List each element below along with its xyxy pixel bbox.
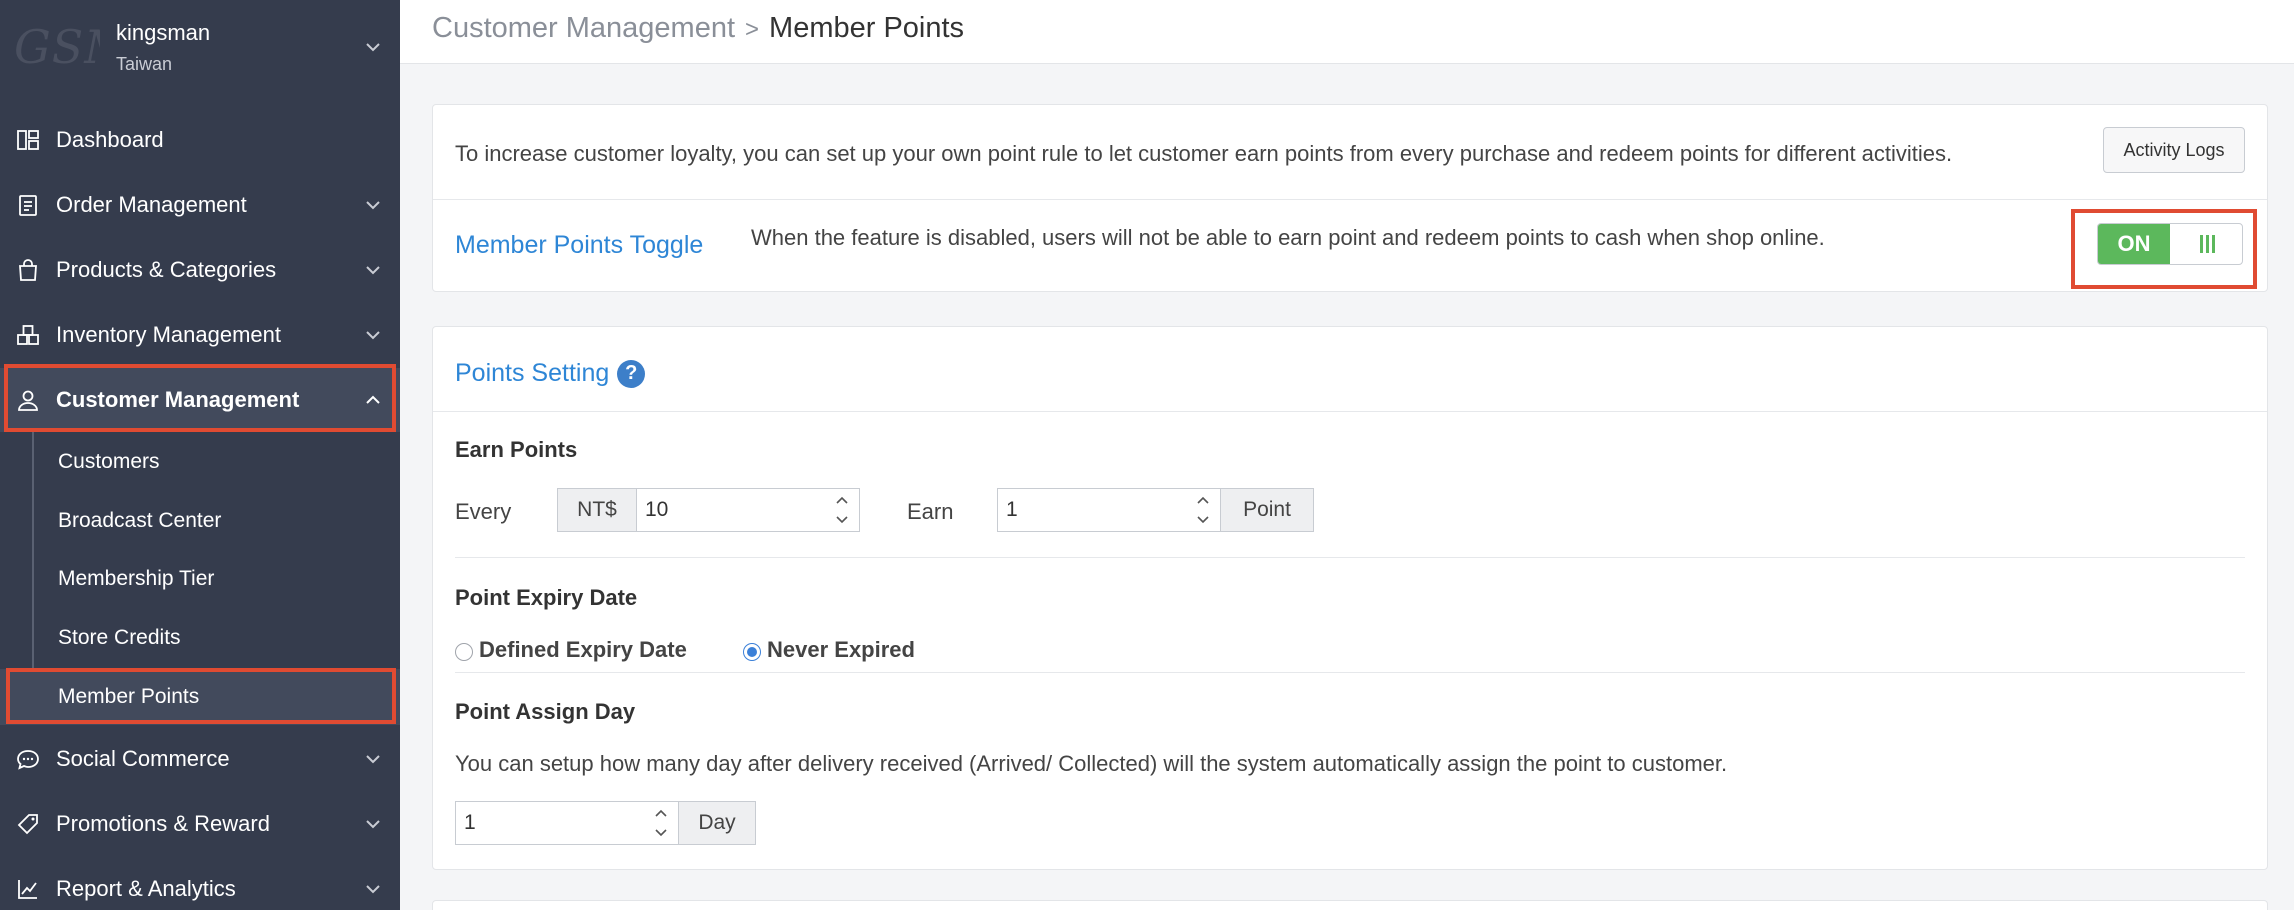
breadcrumb-separator-icon: >	[745, 16, 760, 43]
points-setting-title-text: Points Setting	[455, 359, 610, 387]
clipboard-icon	[14, 191, 42, 219]
tag-icon	[14, 810, 42, 838]
member-points-toggle-switch[interactable]: ON	[2097, 223, 2243, 265]
page-header: Customer Management > Member Points	[400, 0, 2294, 64]
sidebar: GSM kingsman Taiwan Dashboard Order Mana…	[0, 0, 400, 910]
toggle-handle-icon	[2200, 235, 2216, 253]
sidebar-item-label: Dashboard	[56, 127, 164, 152]
day-unit-addon: Day	[678, 801, 756, 845]
sidebar-item-inventory-management[interactable]: Inventory Management	[0, 303, 400, 367]
toggle-on-label: ON	[2098, 224, 2170, 264]
breadcrumb-current: Member Points	[769, 12, 965, 44]
chevron-down-icon	[366, 43, 380, 52]
sidebar-subitem-label: Broadcast Center	[58, 509, 222, 532]
sidebar-item-label: Inventory Management	[56, 322, 282, 347]
line-chart-icon	[14, 875, 42, 903]
point-expiry-title: Point Expiry Date	[455, 585, 638, 610]
boxes-icon	[14, 321, 42, 349]
earn-label: Earn	[907, 499, 954, 524]
divider	[433, 411, 2267, 412]
shop-switcher[interactable]: GSM kingsman Taiwan	[0, 0, 400, 96]
sidebar-item-label: Promotions & Reward	[56, 811, 270, 836]
sidebar-subitem-member-points[interactable]: Member Points	[0, 669, 400, 725]
chevron-down-icon	[366, 201, 380, 210]
chevron-down-icon	[366, 755, 380, 764]
sidebar-subitem-customers[interactable]: Customers	[0, 434, 400, 490]
sidebar-item-report-analytics[interactable]: Report & Analytics	[0, 857, 400, 910]
divider	[455, 557, 2245, 558]
defined-expiry-radio[interactable]	[455, 643, 473, 661]
every-label: Every	[455, 499, 512, 524]
sidebar-item-order-management[interactable]: Order Management	[0, 173, 400, 237]
user-icon	[14, 386, 42, 414]
chat-bubble-icon	[14, 745, 42, 773]
sidebar-subitem-membership-tier[interactable]: Membership Tier	[0, 551, 400, 607]
sidebar-item-label: Products & Categories	[56, 257, 277, 282]
stepper-up-icon[interactable]	[655, 809, 667, 817]
next-panel-edge	[432, 900, 2268, 910]
sidebar-subitem-broadcast-center[interactable]: Broadcast Center	[0, 493, 400, 549]
intro-text: To increase customer loyalty, you can se…	[455, 141, 1953, 166]
spend-amount-stepper[interactable]	[833, 496, 851, 524]
sidebar-item-customer-management[interactable]: Customer Management	[0, 368, 400, 432]
sidebar-item-label: Order Management	[56, 192, 247, 217]
chevron-down-icon	[366, 820, 380, 829]
sidebar-subitem-store-credits[interactable]: Store Credits	[0, 610, 400, 666]
stepper-up-icon[interactable]	[836, 496, 848, 504]
shop-region: Taiwan	[116, 54, 173, 74]
chevron-down-icon	[366, 331, 380, 340]
chevron-up-icon	[366, 395, 380, 404]
currency-addon: NT$	[557, 488, 637, 532]
activity-logs-button[interactable]: Activity Logs	[2103, 127, 2245, 173]
dashboard-icon	[14, 126, 42, 154]
assign-days-stepper[interactable]	[652, 809, 670, 837]
sidebar-subitem-label: Store Credits	[58, 626, 181, 649]
member-points-toggle-title: Member Points Toggle	[455, 231, 704, 259]
stepper-up-icon[interactable]	[1197, 496, 1209, 504]
earn-points-stepper[interactable]	[1194, 496, 1212, 524]
stepper-down-icon[interactable]	[836, 516, 848, 524]
point-assign-title: Point Assign Day	[455, 699, 636, 724]
sidebar-item-promotions-reward[interactable]: Promotions & Reward	[0, 792, 400, 856]
earn-points-title: Earn Points	[455, 437, 578, 462]
points-setting-title: Points Setting ?	[455, 359, 646, 388]
shopping-bag-icon	[14, 256, 42, 284]
member-points-toggle-description: When the feature is disabled, users will…	[751, 225, 1825, 250]
sidebar-subitem-label: Customers	[58, 450, 160, 473]
divider	[433, 199, 2267, 200]
sidebar-item-label: Social Commerce	[56, 746, 230, 771]
point-assign-description: You can setup how many day after deliver…	[455, 751, 1728, 776]
point-unit-addon: Point	[1220, 488, 1314, 532]
assign-days-input[interactable]	[455, 801, 679, 845]
sidebar-subitem-label: Membership Tier	[58, 567, 215, 590]
breadcrumb: Customer Management > Member Points	[432, 12, 964, 45]
stepper-down-icon[interactable]	[655, 829, 667, 837]
earn-points-input[interactable]	[997, 488, 1221, 532]
shop-logo: GSM	[14, 20, 100, 74]
breadcrumb-parent[interactable]: Customer Management	[432, 12, 735, 44]
sidebar-subitem-label: Member Points	[58, 685, 200, 708]
shop-name: kingsman	[116, 20, 211, 45]
sidebar-item-products-categories[interactable]: Products & Categories	[0, 238, 400, 302]
help-icon[interactable]: ?	[617, 359, 646, 388]
sidebar-item-dashboard[interactable]: Dashboard	[0, 108, 400, 172]
defined-expiry-label[interactable]: Defined Expiry Date	[479, 637, 687, 663]
sidebar-item-social-commerce[interactable]: Social Commerce	[0, 727, 400, 791]
never-expired-radio[interactable]	[743, 643, 761, 661]
points-setting-panel: Points Setting ? Earn Points Every NT$ E…	[432, 326, 2268, 870]
never-expired-label[interactable]: Never Expired	[767, 637, 915, 663]
chevron-down-icon	[366, 885, 380, 894]
divider	[455, 672, 2245, 673]
sidebar-item-label: Report & Analytics	[56, 876, 236, 901]
sidebar-item-label: Customer Management	[56, 387, 300, 412]
stepper-down-icon[interactable]	[1197, 516, 1209, 524]
member-points-panel: To increase customer loyalty, you can se…	[432, 104, 2268, 292]
spend-amount-input[interactable]	[636, 488, 860, 532]
chevron-down-icon	[366, 266, 380, 275]
